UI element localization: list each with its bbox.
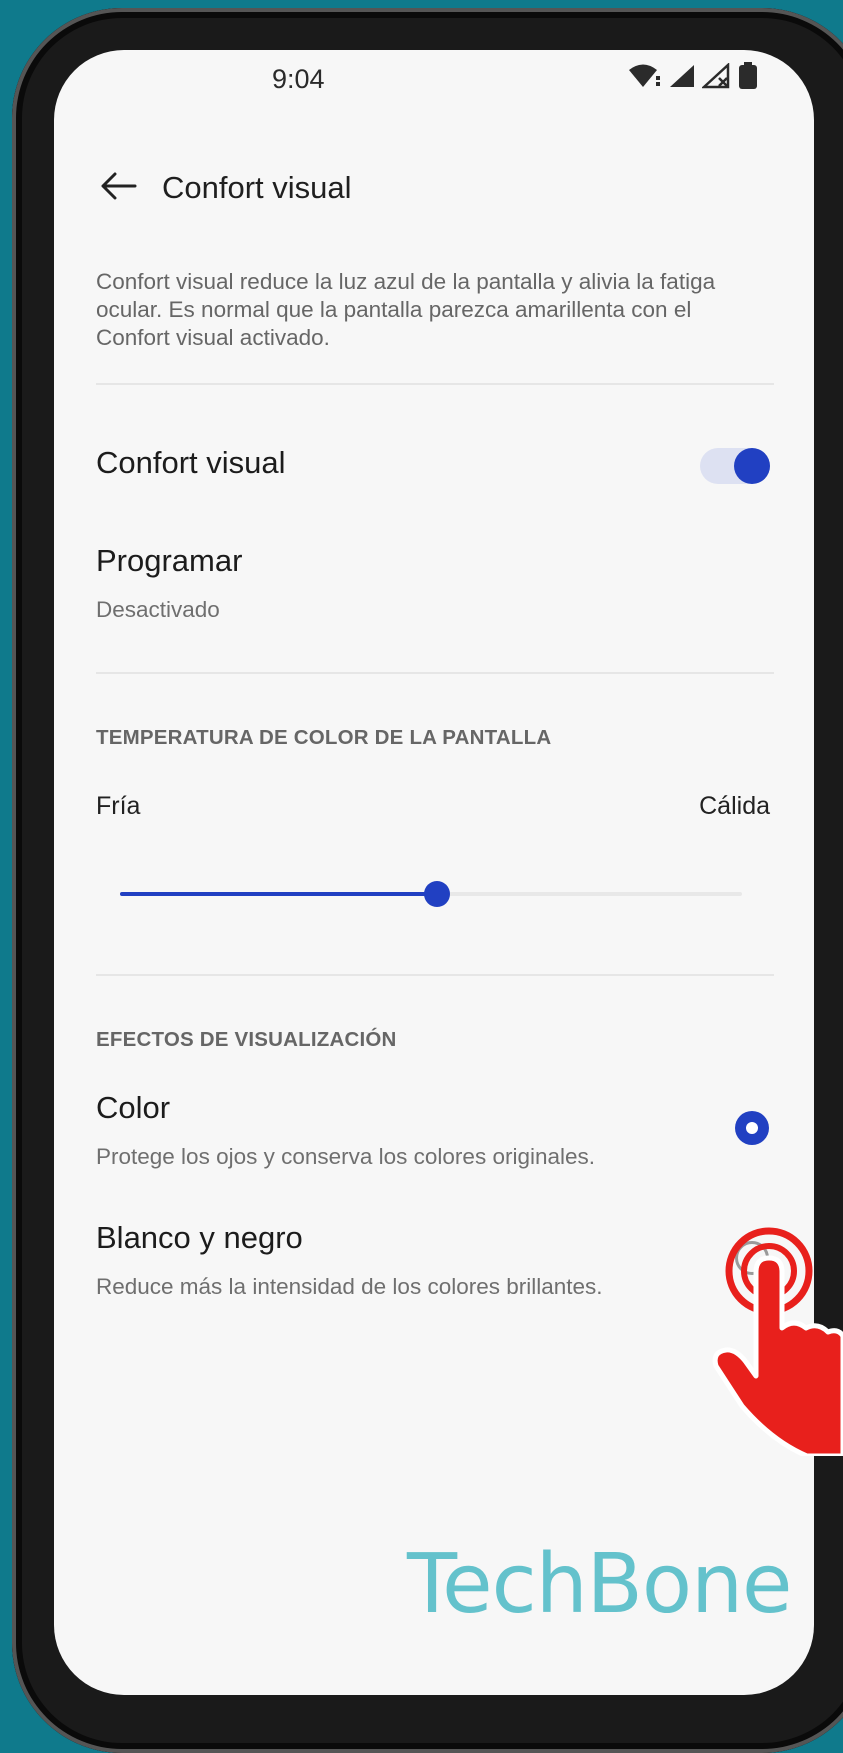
battery-icon: [738, 62, 758, 90]
confort-visual-toggle[interactable]: [700, 448, 770, 484]
watermark: TechBone: [407, 1537, 793, 1632]
slider-fill: [120, 892, 438, 896]
programar-label: Programar: [96, 543, 243, 578]
description-text: Confort visual reduce la luz azul de la …: [96, 269, 716, 350]
signal-no-service-icon: [702, 63, 732, 89]
slider-thumb[interactable]: [424, 881, 451, 907]
color-temperature-slider[interactable]: [120, 881, 742, 907]
status-bar: 9:04: [54, 50, 814, 106]
status-clock: 9:04: [272, 64, 325, 94]
divider: [96, 672, 774, 674]
page-title: Confort visual: [162, 170, 352, 205]
phone-screen: 9:04 Confort visual Confort visual reduc…: [54, 50, 814, 1695]
effect-option-subtitle: Protege los ojos y conserva los colores …: [96, 1144, 595, 1169]
effect-option-title: Color: [96, 1090, 171, 1125]
divider: [96, 383, 774, 385]
wifi-icon: [628, 62, 662, 90]
tap-pointer-icon: [712, 1226, 843, 1461]
divider: [96, 974, 774, 976]
confort-visual-label: Confort visual: [96, 445, 286, 480]
section-header-temperature: TEMPERATURA DE COLOR DE LA PANTALLA: [96, 726, 552, 749]
effect-option-title: Blanco y negro: [96, 1220, 303, 1255]
toggle-knob: [734, 448, 770, 484]
programar-value: Desactivado: [96, 597, 220, 622]
effect-option-subtitle: Reduce más la intensidad de los colores …: [96, 1274, 603, 1299]
slider-min-label: Fría: [96, 792, 141, 820]
color-radio[interactable]: [735, 1111, 769, 1145]
section-header-effects: EFECTOS DE VISUALIZACIÓN: [96, 1028, 397, 1051]
arrow-left-icon: [99, 171, 137, 206]
status-icons: [628, 62, 758, 90]
slider-max-label: Cálida: [699, 792, 770, 820]
app-bar: Confort visual: [54, 150, 814, 226]
signal-icon: [668, 63, 696, 89]
back-button[interactable]: [88, 158, 148, 218]
